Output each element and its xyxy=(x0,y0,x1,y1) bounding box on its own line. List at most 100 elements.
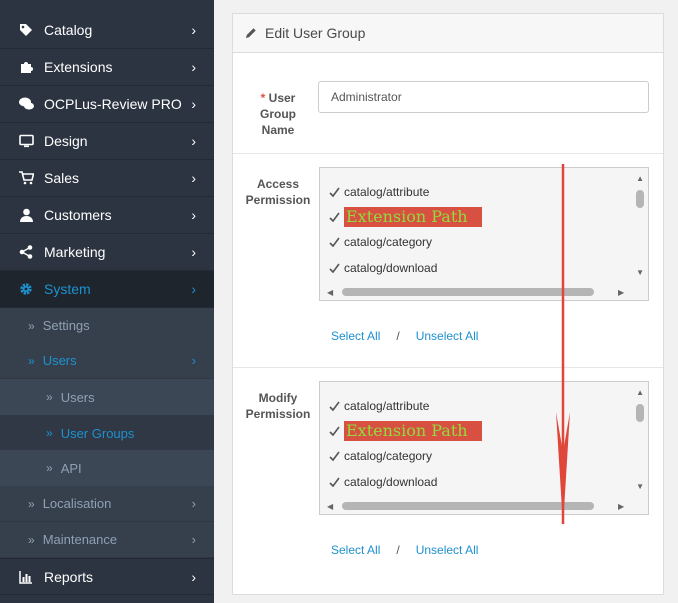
permission-label: catalog/attribute xyxy=(344,185,430,199)
horizontal-scrollbar[interactable]: ◀ ▶ xyxy=(320,498,648,514)
menu-label: OCPLus-Review PRO xyxy=(44,96,182,112)
menu-item-marketing[interactable]: Marketing › xyxy=(0,234,214,271)
permission-label: catalog/download xyxy=(344,261,438,275)
scroll-up-icon[interactable]: ▲ xyxy=(636,388,644,397)
vertical-scrollbar[interactable]: ▲ ▼ xyxy=(632,382,648,498)
cart-icon xyxy=(18,170,34,186)
link-separator: / xyxy=(396,329,400,343)
checkbox-checked-icon[interactable] xyxy=(328,476,341,489)
checkbox-checked-icon[interactable] xyxy=(328,262,341,275)
submenu-item-localisation[interactable]: » Localisation › xyxy=(0,486,214,522)
scroll-down-icon[interactable]: ▼ xyxy=(636,268,644,277)
checkbox-checked-icon[interactable] xyxy=(328,425,341,438)
menu-label: Customers xyxy=(44,207,112,223)
checkbox-checked-icon[interactable] xyxy=(328,186,341,199)
pencil-icon xyxy=(245,27,257,39)
scroll-right-icon[interactable]: ▶ xyxy=(618,502,624,511)
permission-item[interactable]: catalog/attribute xyxy=(328,183,429,201)
scroll-left-icon[interactable]: ◀ xyxy=(327,502,333,511)
checkbox-checked-icon[interactable] xyxy=(328,400,341,413)
modify-permission-label: Modify Permission xyxy=(239,390,317,422)
menu-label: System xyxy=(44,281,91,297)
submenu-item-settings[interactable]: » Settings xyxy=(0,308,214,344)
horizontal-scrollbar[interactable]: ◀ ▶ xyxy=(320,284,648,300)
double-chevron-icon: » xyxy=(46,390,53,404)
select-all-link[interactable]: Select All xyxy=(331,543,380,557)
label-line: Access xyxy=(256,177,300,191)
menu-item-sales[interactable]: Sales › xyxy=(0,160,214,197)
submenu-label: Maintenance xyxy=(42,532,118,547)
chevron-right-icon: › xyxy=(191,22,196,38)
label-line: User xyxy=(268,91,296,105)
menu-label: Design xyxy=(44,133,88,149)
permission-item[interactable]: catalog/download xyxy=(328,473,437,491)
user-group-name-input[interactable] xyxy=(318,81,649,113)
select-all-link[interactable]: Select All xyxy=(331,329,380,343)
menu-label: Sales xyxy=(44,170,80,186)
label-line: Name xyxy=(261,123,295,137)
submenu-label: Settings xyxy=(42,318,90,333)
chevron-right-icon: › xyxy=(191,496,196,511)
menu-item-customers[interactable]: Customers › xyxy=(0,197,214,234)
group-name-label: * User Group Name xyxy=(239,90,317,138)
menu-item-design[interactable]: Design › xyxy=(0,123,214,160)
label-line: Permission xyxy=(245,193,311,207)
double-chevron-icon: » xyxy=(28,318,35,333)
permission-item[interactable]: Extension Path xyxy=(328,421,482,441)
checkbox-checked-icon[interactable] xyxy=(328,211,341,224)
scroll-down-icon[interactable]: ▼ xyxy=(636,482,644,491)
submenu-item-maintenance[interactable]: » Maintenance › xyxy=(0,522,214,558)
menu-item-reports[interactable]: Reports › xyxy=(0,558,214,595)
submenu-item-api[interactable]: » API xyxy=(0,450,214,486)
scroll-right-icon[interactable]: ▶ xyxy=(618,288,624,297)
permission-item[interactable]: catalog/category xyxy=(328,233,432,251)
chevron-right-icon: › xyxy=(191,96,196,112)
tag-icon xyxy=(18,22,34,38)
permission-item[interactable]: catalog/attribute xyxy=(328,397,429,415)
menu-item-ocplus-review[interactable]: OCPLus-Review PRO › xyxy=(0,86,214,123)
vertical-scrollbar[interactable]: ▲ ▼ xyxy=(632,168,648,284)
chevron-right-icon: › xyxy=(191,353,196,368)
access-permission-list[interactable]: catalog/attribute Extension Path catalog… xyxy=(319,167,649,301)
double-chevron-icon: » xyxy=(46,426,53,440)
scrollbar-thumb[interactable] xyxy=(636,190,644,208)
menu-item-extensions[interactable]: Extensions › xyxy=(0,49,214,86)
submenu-label: Users xyxy=(42,353,77,368)
chevron-right-icon: › xyxy=(191,133,196,149)
menu-label: Catalog xyxy=(44,22,93,38)
chevron-right-icon: › xyxy=(191,281,196,297)
permission-item[interactable]: Extension Path xyxy=(328,207,482,227)
submenu-item-users-list[interactable]: » Users xyxy=(0,379,214,415)
chevron-right-icon: › xyxy=(191,244,196,260)
menu-item-system[interactable]: System › xyxy=(0,271,214,308)
menu-item-catalog[interactable]: Catalog › xyxy=(0,12,214,49)
unselect-all-link[interactable]: Unselect All xyxy=(416,543,479,557)
scroll-left-icon[interactable]: ◀ xyxy=(327,288,333,297)
edit-user-group-panel: Edit User Group * User Group Name Access… xyxy=(232,13,664,595)
required-mark: * xyxy=(260,91,266,105)
permission-item[interactable]: catalog/download xyxy=(328,259,437,277)
submenu-item-users[interactable]: » Users › xyxy=(0,343,214,379)
unselect-all-link[interactable]: Unselect All xyxy=(416,329,479,343)
modify-select-links: Select All / Unselect All xyxy=(331,543,478,557)
menu-label: Extensions xyxy=(44,59,113,75)
chevron-right-icon: › xyxy=(191,170,196,186)
chevron-right-icon: › xyxy=(191,207,196,223)
permission-label: catalog/category xyxy=(344,235,433,249)
submenu-item-user-groups[interactable]: » User Groups xyxy=(0,415,214,451)
scrollbar-thumb[interactable] xyxy=(636,404,644,422)
checkbox-checked-icon[interactable] xyxy=(328,450,341,463)
double-chevron-icon: » xyxy=(28,353,35,368)
modify-permission-list[interactable]: catalog/attribute Extension Path catalog… xyxy=(319,381,649,515)
comments-icon xyxy=(18,96,34,112)
label-line: Modify xyxy=(258,391,298,405)
chevron-right-icon: › xyxy=(191,532,196,547)
menu-label: Reports xyxy=(44,568,94,585)
annotation-arrow xyxy=(556,164,570,526)
access-select-links: Select All / Unselect All xyxy=(331,329,478,343)
share-icon xyxy=(18,244,34,260)
checkbox-checked-icon[interactable] xyxy=(328,236,341,249)
permission-item[interactable]: catalog/category xyxy=(328,447,432,465)
scroll-up-icon[interactable]: ▲ xyxy=(636,174,644,183)
chevron-right-icon: › xyxy=(191,568,196,585)
